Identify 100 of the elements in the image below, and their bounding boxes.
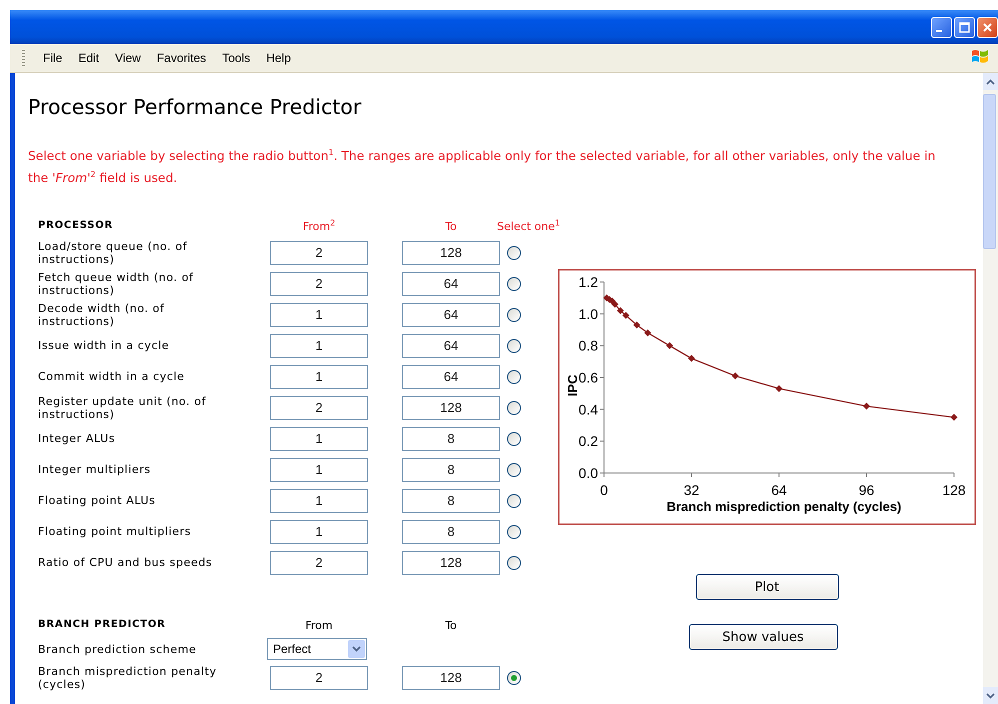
data-point [644, 329, 652, 336]
to-field[interactable]: 128 [402, 396, 500, 420]
field-label: Branch prediction scheme [38, 642, 198, 658]
radio-button[interactable] [507, 246, 521, 260]
page-title: Processor Performance Predictor [28, 94, 362, 118]
axis-tick-label: 64 [771, 482, 787, 498]
axis-tick-label: 128 [942, 482, 966, 498]
column-heading: From [304, 618, 334, 632]
dropdown[interactable]: Perfect [267, 638, 367, 660]
to-field[interactable]: 8 [402, 520, 500, 544]
scroll-down-icon[interactable] [986, 692, 995, 698]
radio-button[interactable] [507, 370, 521, 384]
column-heading: To [444, 618, 458, 632]
axis-tick-label: 0.8 [578, 338, 598, 354]
field-label: Register update unit (no. of instructions) [38, 394, 208, 422]
field-label: Ratio of CPU and bus speeds [38, 555, 214, 571]
radio-button[interactable] [507, 308, 521, 322]
data-point [776, 385, 782, 392]
to-field[interactable]: 128 [402, 550, 500, 574]
field-label: Fetch queue width (no. of instructions) [38, 270, 194, 298]
maximize-button[interactable] [954, 16, 975, 38]
maximize-icon [959, 22, 970, 32]
axis-title: Branch misprediction penalty (cycles) [666, 499, 902, 514]
menu-item[interactable]: Tools [214, 49, 258, 67]
field-label: Load/store queue (no. of instructions) [38, 238, 188, 268]
to-field[interactable]: 64 [402, 364, 500, 388]
to-field[interactable]: 64 [402, 272, 500, 296]
axis-tick-label: 0.6 [578, 370, 598, 386]
radio-button[interactable] [507, 670, 521, 684]
data-point [666, 342, 674, 350]
radio-button[interactable] [507, 462, 521, 476]
to-field[interactable]: 8 [402, 426, 500, 450]
data-point [863, 402, 870, 410]
action-button[interactable]: Show values [688, 624, 838, 650]
from-field[interactable]: 1 [270, 520, 368, 544]
radio-button[interactable] [507, 494, 521, 508]
radio-button[interactable] [507, 338, 521, 352]
radio-button[interactable] [507, 556, 521, 570]
scrollbar[interactable] [983, 73, 998, 704]
data-point [688, 354, 695, 362]
action-button[interactable]: Plot [696, 574, 838, 600]
scrollbar-thumb[interactable] [983, 94, 996, 249]
radio-button[interactable] [507, 276, 521, 290]
axis-tick-label: 0.0 [578, 465, 598, 481]
axis-tick-label: 96 [858, 482, 874, 498]
from-field[interactable]: 1 [270, 334, 368, 358]
section-heading: PROCESSOR [38, 219, 114, 233]
menu-item[interactable]: Favorites [148, 49, 214, 67]
field-label: Decode width (no. of instructions) [38, 300, 166, 330]
axis-tick-label: 32 [684, 482, 700, 498]
close-button[interactable] [977, 16, 998, 38]
field-label: Floating point ALUs [38, 493, 157, 509]
to-field[interactable]: 8 [402, 458, 500, 482]
from-field[interactable]: 1 [270, 302, 368, 326]
radio-button[interactable] [507, 400, 521, 414]
minimize-button[interactable] [931, 16, 952, 38]
from-field[interactable]: 1 [270, 488, 368, 512]
data-point [950, 414, 958, 421]
from-field[interactable]: 2 [270, 550, 368, 574]
from-field[interactable]: 1 [270, 364, 368, 388]
column-heading: To [444, 220, 458, 232]
to-field[interactable]: 128 [402, 666, 500, 690]
to-field[interactable]: 8 [402, 488, 500, 512]
field-label: Commit width in a cycle [38, 369, 186, 385]
to-field[interactable]: 64 [402, 334, 500, 358]
close-icon [982, 22, 993, 32]
from-field[interactable]: 2 [270, 240, 368, 264]
from-field[interactable]: 2 [270, 272, 368, 296]
menu-item[interactable]: View [107, 49, 149, 67]
from-field[interactable]: 1 [270, 426, 368, 450]
axis-tick-label: 0 [600, 482, 608, 498]
field-label: Integer ALUs [38, 431, 116, 447]
field-label: Floating point multipliers [38, 524, 192, 540]
column-heading: Select one$^{1}$ [497, 220, 561, 232]
axis-tick-label: 1.2 [578, 274, 598, 290]
column-heading: From$^{2}$ [302, 220, 336, 232]
axis-tick-label: 0.4 [578, 401, 598, 418]
section-heading: BRANCH PREDICTOR [38, 618, 167, 632]
field-label: Issue width in a cycle [38, 338, 170, 354]
menu-item[interactable]: File [35, 49, 70, 67]
field-label: Branch misprediction penalty (cycles) [38, 664, 218, 692]
field-label: Integer multipliers [38, 462, 152, 478]
instruction-text: Select one variable by selecting the radio button$^{1}$. The ranges are applicable only for the selected variable, for all other variables, only the value in the 'From'$^{2}$ field is used. [28, 146, 936, 187]
to-field[interactable]: 64 [402, 302, 500, 326]
radio-button[interactable] [507, 432, 521, 446]
menu-item[interactable]: Edit [70, 49, 108, 67]
to-field[interactable]: 128 [402, 240, 500, 264]
data-point [633, 321, 640, 328]
radio-button[interactable] [507, 524, 521, 538]
from-field[interactable]: 2 [270, 666, 368, 690]
axis-tick-label: 0.2 [578, 433, 598, 450]
menu-item[interactable]: Help [258, 49, 299, 67]
from-field[interactable]: 1 [270, 458, 368, 482]
data-point [732, 372, 739, 380]
chevron-down-icon [352, 646, 361, 652]
from-field[interactable]: 2 [270, 396, 368, 420]
minimize-icon [936, 30, 942, 32]
scroll-up-icon[interactable] [986, 78, 995, 84]
axis-tick-label: 1.0 [578, 306, 598, 322]
axis-title: IPC [565, 374, 580, 396]
